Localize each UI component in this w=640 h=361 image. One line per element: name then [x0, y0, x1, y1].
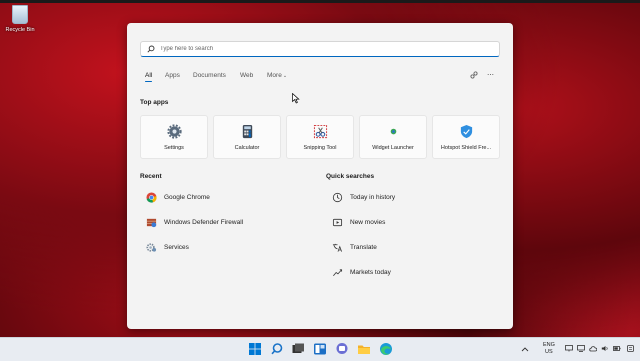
search-input[interactable] [160, 43, 490, 55]
top-app-hotspot-shield[interactable]: Hotspot Shield Fre... [432, 115, 500, 159]
gear-icon [167, 124, 182, 139]
recent-item-windows-defender-firewall[interactable]: Windows Defender Firewall [146, 217, 296, 229]
share-icon[interactable] [470, 71, 478, 81]
top-app-snipping-tool[interactable]: Snipping Tool [286, 115, 354, 159]
clock-icon [332, 192, 343, 203]
file-explorer-icon[interactable] [357, 342, 371, 356]
cloud-icon[interactable] [589, 345, 597, 352]
notifications-icon[interactable] [627, 345, 635, 352]
recent-item-label: Windows Defender Firewall [164, 219, 244, 226]
services-gear-icon [146, 243, 157, 252]
firewall-icon [146, 218, 157, 228]
tab-more-label: More [267, 72, 282, 79]
quick-search-label: Markets today [350, 269, 391, 276]
search-icon[interactable] [270, 342, 284, 356]
volume-icon[interactable] [601, 345, 609, 352]
top-app-label: Widget Launcher [372, 145, 414, 151]
chevron-up-icon[interactable] [521, 346, 529, 353]
search-icon [147, 45, 155, 53]
quick-search-today-in-history[interactable]: Today in history [332, 192, 482, 204]
widget-icon [390, 128, 397, 135]
top-app-settings[interactable]: Settings [140, 115, 208, 159]
scissors-icon [313, 124, 328, 139]
top-app-label: Settings [164, 145, 184, 151]
film-icon [332, 218, 343, 227]
taskbar: ENG US [0, 337, 640, 361]
recycle-bin-label: Recycle Bin [5, 27, 35, 33]
recent-item-google-chrome[interactable]: Google Chrome [146, 192, 296, 204]
widgets-icon[interactable] [313, 342, 327, 356]
ellipsis-icon[interactable]: ⋯ [487, 71, 494, 79]
teams-chat-icon[interactable] [335, 342, 349, 356]
recent-item-label: Google Chrome [164, 194, 210, 201]
recent-heading: Recent [140, 173, 162, 180]
quick-search-new-movies[interactable]: New movies [332, 217, 482, 229]
translate-icon [332, 243, 342, 252]
calculator-icon [242, 124, 253, 139]
quick-search-label: Today in history [350, 194, 396, 201]
network-icon[interactable] [577, 345, 585, 352]
top-app-widget-launcher[interactable]: Widget Launcher [359, 115, 427, 159]
battery-icon[interactable] [613, 345, 621, 352]
region-label: US [545, 349, 553, 355]
language-label: ENG [543, 342, 555, 348]
search-box[interactable] [140, 41, 500, 57]
edge-icon[interactable] [379, 342, 393, 356]
task-view-icon[interactable] [291, 342, 305, 356]
display-icon[interactable] [565, 345, 573, 352]
quick-searches-heading: Quick searches [326, 173, 375, 180]
tab-apps[interactable]: Apps [165, 72, 180, 79]
tab-more[interactable]: More⌄ [267, 72, 287, 79]
top-app-label: Hotspot Shield Fre... [440, 145, 492, 151]
search-panel: All Apps Documents Web More⌄ ⋯ Top apps … [127, 23, 513, 329]
windows-start-icon[interactable] [248, 342, 262, 356]
recent-item-services[interactable]: Services [146, 242, 296, 254]
tab-web[interactable]: Web [240, 72, 253, 79]
quick-search-label: Translate [350, 244, 377, 251]
chart-icon [333, 269, 343, 276]
top-apps-heading: Top apps [140, 99, 169, 106]
recent-item-label: Services [164, 244, 189, 251]
window-top-bar [0, 0, 640, 3]
recycle-bin-icon [12, 5, 28, 24]
top-app-label: Snipping Tool [303, 145, 337, 151]
quick-search-label: New movies [350, 219, 386, 226]
tab-all[interactable]: All [145, 72, 153, 82]
language-indicator[interactable]: ENG US [543, 342, 555, 355]
shield-icon [460, 124, 473, 139]
quick-search-translate[interactable]: Translate [332, 242, 482, 254]
tab-documents[interactable]: Documents [193, 72, 226, 79]
recycle-bin-shortcut[interactable]: Recycle Bin [3, 5, 37, 33]
chevron-down-icon: ⌄ [282, 73, 288, 79]
top-app-label: Calculator [234, 145, 260, 151]
chrome-icon [146, 192, 157, 203]
quick-search-markets-today[interactable]: Markets today [332, 267, 482, 279]
mouse-cursor [292, 93, 300, 104]
top-app-calculator[interactable]: Calculator [213, 115, 281, 159]
